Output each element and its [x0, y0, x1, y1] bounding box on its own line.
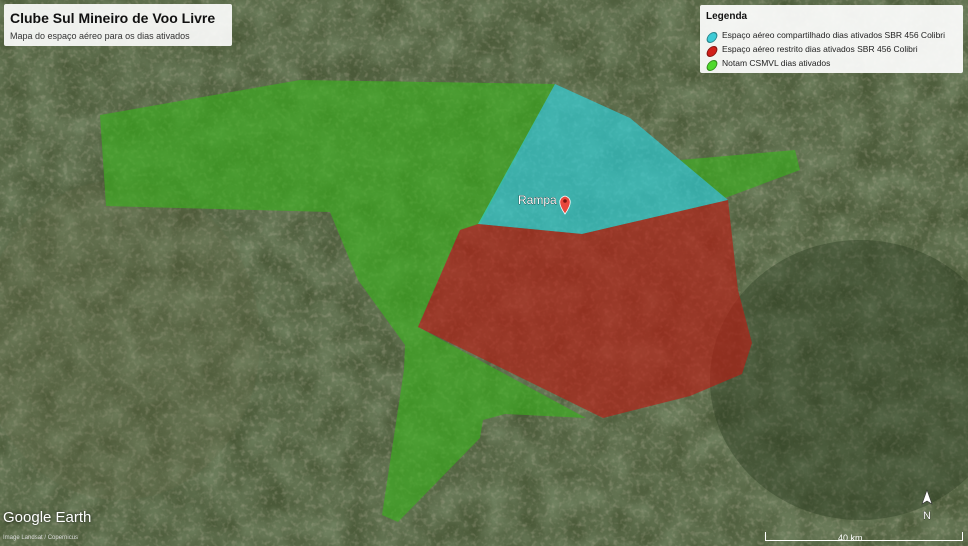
map-view[interactable]: Rampa Clube Sul Mineiro de Voo Livre Map…	[0, 0, 968, 546]
map-title: Clube Sul Mineiro de Voo Livre	[10, 10, 216, 26]
title-panel: Clube Sul Mineiro de Voo Livre Mapa do e…	[4, 4, 232, 46]
google-earth-logo: Google Earth	[3, 509, 92, 526]
pin-dot	[563, 199, 567, 203]
scale-bar	[765, 532, 963, 541]
rampa-label: Rampa	[518, 193, 557, 207]
legend-label-shared: Espaço aéreo compartilhado dias ativados…	[722, 30, 946, 40]
north-arrow-icon[interactable]: N	[915, 488, 939, 524]
legend-label-notam: Notam CSMVL dias ativados	[722, 58, 831, 68]
imagery-credit: Image Landsat / Copernicus	[3, 535, 79, 541]
scale-label: 40 km	[838, 533, 863, 543]
map-subtitle: Mapa do espaço aéreo para os dias ativad…	[10, 31, 190, 41]
legend-label-restricted: Espaço aéreo restrito dias ativados SBR …	[722, 44, 918, 54]
shared-swatch-icon	[704, 32, 720, 43]
legend-panel: Legenda Espaço aéreo compartilhado dias …	[700, 5, 963, 73]
legend-title: Legenda	[706, 11, 748, 22]
north-label: N	[923, 510, 931, 522]
restricted-swatch-icon	[704, 46, 720, 57]
satellite-terrain: Rampa	[0, 0, 968, 546]
notam-swatch-icon	[704, 60, 720, 71]
